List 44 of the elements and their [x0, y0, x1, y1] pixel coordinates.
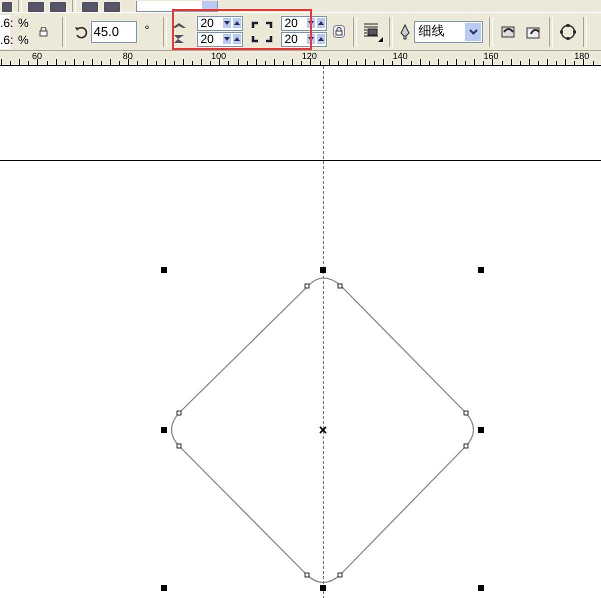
node-handle[interactable]: [176, 410, 182, 416]
ruler-label: 120: [300, 51, 318, 61]
corners-icon[interactable]: [250, 20, 274, 44]
center-mark-icon: [319, 426, 327, 434]
ruler-label: 140: [392, 51, 409, 61]
selection-handle[interactable]: [320, 267, 326, 273]
node-handle[interactable]: [176, 444, 182, 448]
node-handle[interactable]: [304, 284, 310, 288]
caret-icon: [468, 28, 478, 34]
node-handle[interactable]: [338, 284, 342, 288]
selection-handle[interactable]: [478, 267, 484, 273]
corner-radius-field[interactable]: 20: [197, 16, 244, 31]
selection-handle[interactable]: [478, 585, 484, 591]
rotate-icon: [74, 24, 88, 38]
corner-radius-field[interactable]: 20: [197, 32, 244, 47]
corner-radius-field[interactable]: 20: [281, 32, 328, 47]
ruler-label: 180: [573, 51, 590, 61]
selection-handle[interactable]: [320, 585, 326, 591]
node-circle-icon[interactable]: [559, 22, 578, 40]
wrap-text-icon[interactable]: [363, 22, 384, 42]
outline-width-dropdown[interactable]: 细线: [414, 20, 484, 42]
ruler-label: 160: [482, 51, 500, 61]
unit-label: %: [18, 14, 29, 32]
position-field[interactable]: .6:: [0, 14, 10, 32]
unit-label: %: [18, 32, 29, 48]
node-handle[interactable]: [464, 444, 468, 448]
ruler-label: 100: [210, 51, 228, 61]
selection-handle[interactable]: [161, 267, 167, 273]
selection-handle[interactable]: [478, 427, 484, 433]
lock-icon[interactable]: [38, 26, 48, 36]
position-field[interactable]: .6:: [0, 32, 10, 48]
node-handle[interactable]: [338, 572, 342, 578]
ruler-label: 60: [30, 51, 43, 61]
degree-label: °: [144, 22, 150, 36]
node-handle[interactable]: [464, 410, 468, 416]
rotation-field[interactable]: 45.0: [90, 20, 137, 42]
pen-icon: [400, 24, 410, 40]
lock-icon[interactable]: [333, 25, 346, 38]
selection-handle[interactable]: [161, 585, 167, 591]
node-handle[interactable]: [304, 572, 310, 578]
selection-handle[interactable]: [161, 427, 167, 433]
zoom-dropdown[interactable]: [136, 1, 218, 12]
ruler-label: 80: [122, 51, 134, 61]
corner-radius-field[interactable]: 20: [281, 16, 328, 31]
